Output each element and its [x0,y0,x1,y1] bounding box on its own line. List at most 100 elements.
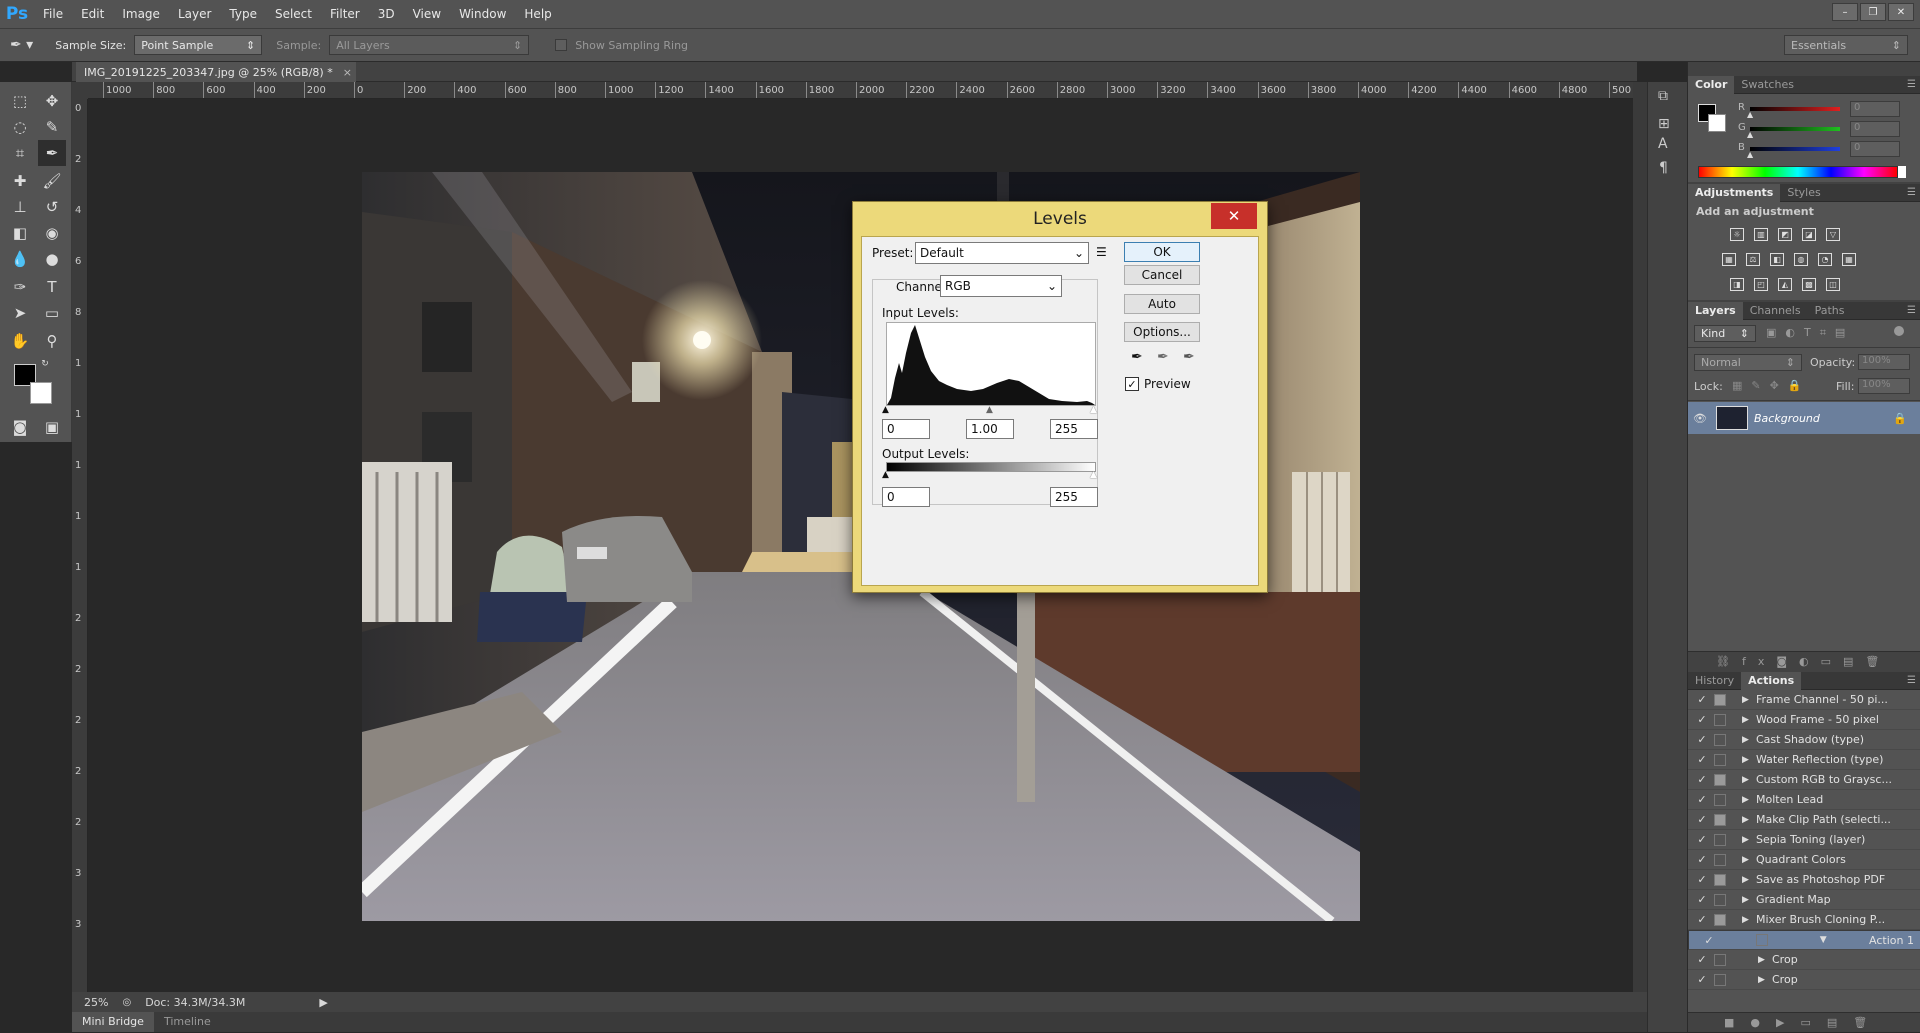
menu-image[interactable]: Image [113,0,169,28]
document-tab[interactable]: IMG_20191225_203347.jpg @ 25% (RGB/8) * … [76,62,356,82]
output-white-field[interactable]: 255 [1050,487,1098,507]
gradient-map-icon[interactable]: ▩ [1802,278,1816,291]
channel-g-slider[interactable] [1750,127,1840,131]
panel-menu-icon[interactable]: ☰ [1907,187,1916,198]
action-enabled-check-icon[interactable]: ✓ [1694,973,1710,986]
action-dialog-toggle[interactable] [1714,833,1726,846]
eraser-tool-icon[interactable]: ◧ [6,220,34,246]
selective-color-icon[interactable]: ◫ [1826,278,1840,291]
auto-button[interactable]: Auto [1124,294,1200,314]
action-dialog-toggle[interactable] [1756,934,1769,946]
action-dialog-toggle[interactable] [1714,973,1726,986]
action-dialog-toggle[interactable] [1714,693,1726,706]
triangle-right-icon[interactable]: ▶ [1742,875,1756,885]
color-spectrum-white[interactable] [1898,166,1906,178]
triangle-right-icon[interactable]: ▶ [1742,715,1756,725]
action-item[interactable]: ✓ ▶ Frame Channel - 50 pi... [1688,690,1920,710]
action-enabled-check-icon[interactable]: ✓ [1694,873,1710,886]
input-gamma-field[interactable]: 1.00 [966,419,1014,439]
screen-mode-icon[interactable]: ▣ [38,414,66,440]
white-point-eyedropper-icon[interactable]: ✒ [1183,349,1195,365]
slider-thumb[interactable]: ▲ [1747,150,1753,159]
invert-icon[interactable]: ◨ [1730,278,1744,291]
action-enabled-check-icon[interactable]: ✓ [1694,833,1710,846]
action-dialog-toggle[interactable] [1714,733,1726,746]
action-item[interactable]: ✓ ▶ Save as Photoshop PDF [1688,870,1920,890]
action-dialog-toggle[interactable] [1714,753,1726,766]
preset-select[interactable]: Default ⌄ [915,242,1089,264]
black-point-eyedropper-icon[interactable]: ✒ [1131,349,1143,365]
action-item[interactable]: ✓ ▶ Mixer Brush Cloning P... [1688,910,1920,930]
status-info-icon[interactable]: ◎ [122,997,131,1008]
close-window-button[interactable]: ✕ [1888,3,1914,21]
tab-color[interactable]: Color [1688,75,1735,94]
triangle-right-icon[interactable]: ▶ [1742,695,1756,705]
channel-select[interactable]: RGB ⌄ [940,275,1062,297]
brush-tool-icon[interactable]: 🖌 [38,168,66,194]
action-dialog-toggle[interactable] [1714,873,1726,886]
menu-3d[interactable]: 3D [369,0,404,28]
action-item[interactable]: ✓ ▼ Action 1 [1688,930,1920,950]
tab-mini-bridge[interactable]: Mini Bridge [72,1012,154,1032]
menu-help[interactable]: Help [515,0,560,28]
tab-adjustments[interactable]: Adjustments [1688,183,1781,202]
sampling-ring-checkbox[interactable] [555,39,568,51]
brightness-contrast-icon[interactable]: ☼ [1730,228,1744,241]
character-panel-icon[interactable]: A [1658,136,1668,152]
history-panel-icon[interactable]: ⧉ [1658,88,1668,104]
action-enabled-check-icon[interactable]: ✓ [1694,913,1710,926]
action-item[interactable]: ✓ ▶ Quadrant Colors [1688,850,1920,870]
action-enabled-check-icon[interactable]: ✓ [1694,713,1710,726]
tab-swatches[interactable]: Swatches [1734,76,1801,94]
action-item[interactable]: ✓ ▶ Wood Frame - 50 pixel [1688,710,1920,730]
output-black-slider[interactable]: ▲ [882,470,889,480]
slider-thumb[interactable]: ▲ [1747,130,1753,139]
menu-filter[interactable]: Filter [321,0,369,28]
triangle-right-icon[interactable]: ▶ [1742,915,1756,925]
restore-button[interactable]: ❐ [1860,3,1886,21]
action-dialog-toggle[interactable] [1714,893,1726,906]
action-enabled-check-icon[interactable]: ✓ [1694,813,1710,826]
action-dialog-toggle[interactable] [1714,913,1726,926]
input-black-field[interactable]: 0 [882,419,930,439]
lock-icons[interactable]: ▦✎✥🔒 [1732,379,1811,392]
quick-select-tool-icon[interactable]: ✎ [38,114,66,140]
color-bg-swatch[interactable] [1708,114,1726,132]
sample-size-select[interactable]: Point Sample ⇕ [134,35,263,55]
channel-g-value[interactable]: 0 [1850,121,1900,137]
tab-timeline[interactable]: Timeline [154,1012,221,1032]
triangle-right-icon[interactable]: ▶ [1742,735,1756,745]
input-gamma-slider[interactable]: ▲ [986,405,993,415]
options-button[interactable]: Options... [1124,322,1200,342]
menu-view[interactable]: View [404,0,450,28]
layer-filter-kind[interactable]: Kind ⇕ [1694,325,1756,342]
triangle-right-icon[interactable]: ▶ [1758,955,1772,965]
workspace-select[interactable]: Essentials ⇕ [1784,35,1908,55]
actions-footer-icons[interactable]: ■●▶▭▤🗑 [1688,1012,1920,1032]
marquee-tool-icon[interactable]: ⬚ [6,88,34,114]
action-item[interactable]: ✓ ▶ Sepia Toning (layer) [1688,830,1920,850]
tab-styles[interactable]: Styles [1780,184,1827,202]
layers-footer-icons[interactable]: ⛓fx◙◐▭▤🗑 [1688,651,1920,670]
levels-close-button[interactable]: ✕ [1211,203,1257,229]
triangle-right-icon[interactable]: ▶ [1742,795,1756,805]
action-enabled-check-icon[interactable]: ✓ [1694,853,1710,866]
action-item[interactable]: ✓ ▶ Make Clip Path (selecti... [1688,810,1920,830]
triangle-right-icon[interactable]: ▶ [1742,815,1756,825]
pen-tool-icon[interactable]: ✑ [6,274,34,300]
move-tool-icon[interactable]: ✥ [38,88,66,114]
vertical-scrollbar[interactable] [1633,82,1647,992]
posterize-icon[interactable]: ◰ [1754,278,1768,291]
healing-brush-tool-icon[interactable]: ✚ [6,168,34,194]
sample-select[interactable]: All Layers ⇕ [329,35,530,55]
zoom-level[interactable]: 25% [84,996,108,1009]
slider-thumb[interactable]: ▲ [1747,110,1753,119]
action-dialog-toggle[interactable] [1714,773,1726,786]
triangle-right-icon[interactable]: ▶ [1742,895,1756,905]
action-enabled-check-icon[interactable]: ✓ [1694,733,1710,746]
menu-select[interactable]: Select [266,0,321,28]
curves-icon[interactable]: ◩ [1778,228,1792,241]
action-dialog-toggle[interactable] [1714,853,1726,866]
action-item[interactable]: ✓ ▶ Molten Lead [1688,790,1920,810]
action-item[interactable]: ✓ ▶ Water Reflection (type) [1688,750,1920,770]
